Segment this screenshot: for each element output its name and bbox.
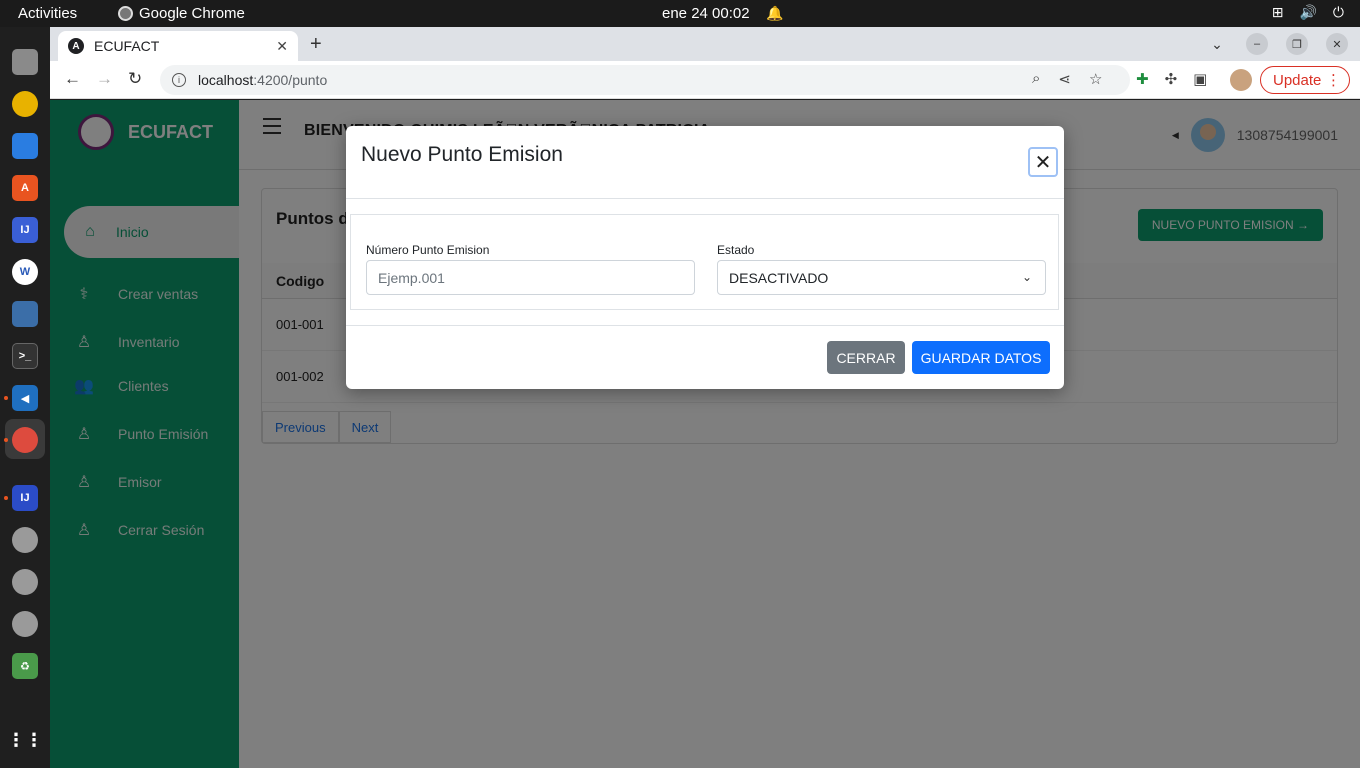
- browser-toolbar: ← → ↻ i localhost:4200/punto ⌕ ⋖ ☆ ✚ ✣ ▣…: [50, 61, 1360, 99]
- tab-close-icon[interactable]: ✕: [276, 38, 288, 55]
- numero-placeholder: Ejemp.001: [378, 269, 445, 286]
- new-tab-button[interactable]: +: [310, 33, 322, 56]
- extensions-puzzle-icon[interactable]: ✣: [1165, 70, 1178, 88]
- window-controls: ⌄ – ❐ ✕: [1206, 33, 1348, 55]
- header-divider: [346, 198, 1064, 199]
- rhythmbox-icon[interactable]: [12, 91, 38, 117]
- restore-button[interactable]: ❐: [1286, 33, 1308, 55]
- estado-value: DESACTIVADO: [729, 269, 829, 286]
- side-panel-icon[interactable]: ▣: [1193, 70, 1207, 88]
- reload-icon[interactable]: ↻: [128, 69, 142, 89]
- close-window-button[interactable]: ✕: [1326, 33, 1348, 55]
- footer-divider: [346, 325, 1064, 326]
- trash-icon[interactable]: ♻: [12, 653, 38, 679]
- intellij-2-icon[interactable]: IJ: [12, 485, 38, 511]
- dock: A IJ W >_ ◀ IJ ♻ ⋮⋮: [0, 27, 50, 768]
- bell-icon[interactable]: 🔔: [766, 5, 783, 22]
- chrome-icon: [118, 6, 133, 21]
- app-menu[interactable]: Google Chrome: [118, 5, 245, 22]
- url-path: :4200/punto: [253, 72, 328, 88]
- network-icon: ⊞: [1271, 4, 1284, 20]
- tab-title: ECUFACT: [94, 38, 160, 54]
- close-icon[interactable]: ✕: [1028, 147, 1058, 177]
- zoom-icon[interactable]: ⌕: [1032, 70, 1040, 88]
- clock[interactable]: ene 24 00:02: [662, 5, 750, 22]
- webstorm-icon[interactable]: W: [12, 259, 38, 285]
- disk-2-icon[interactable]: [12, 569, 38, 595]
- writer-icon[interactable]: [12, 133, 38, 159]
- chrome-dock-icon[interactable]: [12, 427, 38, 453]
- modal-title: Nuevo Punto Emision: [361, 143, 563, 166]
- numero-label: Número Punto Emision: [366, 243, 490, 257]
- software-icon[interactable]: A: [12, 175, 38, 201]
- back-icon[interactable]: ←: [64, 69, 81, 89]
- power-icon: ⏻: [1332, 4, 1344, 20]
- show-apps-icon[interactable]: ⋮⋮: [7, 727, 43, 753]
- mysql-workbench-icon[interactable]: [12, 301, 38, 327]
- bookmark-star-icon[interactable]: ☆: [1089, 70, 1102, 88]
- numero-punto-emision-input[interactable]: Ejemp.001: [366, 260, 695, 295]
- modal-form: Número Punto Emision Ejemp.001 Estado DE…: [350, 214, 1059, 310]
- extension-plus-icon[interactable]: ✚: [1136, 70, 1149, 88]
- browser-tab[interactable]: A ECUFACT ✕: [58, 31, 298, 61]
- tab-strip: A ECUFACT ✕ + ⌄ – ❐ ✕: [50, 27, 1360, 61]
- omnibox-actions: ⌕ ⋖ ☆: [1032, 70, 1102, 88]
- files-icon[interactable]: [12, 49, 38, 75]
- extension-icons: ✚ ✣ ▣: [1136, 70, 1207, 88]
- intellij-icon[interactable]: IJ: [12, 217, 38, 243]
- profile-avatar[interactable]: [1230, 69, 1252, 91]
- more-menu-icon[interactable]: ⋮: [1326, 71, 1341, 89]
- guardar-datos-button[interactable]: GUARDAR DATOS: [912, 341, 1050, 374]
- system-top-bar: Activities Google Chrome ene 24 00:02 🔔 …: [0, 0, 1360, 27]
- share-icon[interactable]: ⋖: [1058, 70, 1071, 88]
- update-label: Update: [1273, 71, 1322, 89]
- cerrar-button[interactable]: CERRAR: [827, 341, 905, 374]
- url-host: localhost: [198, 72, 254, 88]
- chevron-down-icon: ⌄: [1021, 270, 1032, 284]
- terminal-icon[interactable]: >_: [12, 343, 38, 369]
- app-menu-label: Google Chrome: [139, 5, 245, 22]
- minimize-button[interactable]: –: [1246, 33, 1268, 55]
- update-button[interactable]: Update ⋮: [1260, 66, 1350, 94]
- forward-icon[interactable]: →: [96, 69, 113, 89]
- tab-search-icon[interactable]: ⌄: [1206, 33, 1228, 55]
- disk-icon[interactable]: [12, 527, 38, 553]
- nuevo-punto-emision-modal: Nuevo Punto Emision ✕ Número Punto Emisi…: [346, 126, 1064, 389]
- disk-3-icon[interactable]: [12, 611, 38, 637]
- estado-label: Estado: [717, 243, 755, 257]
- site-info-icon[interactable]: i: [172, 73, 186, 87]
- estado-select[interactable]: DESACTIVADO ⌄: [717, 260, 1046, 295]
- system-tray[interactable]: ⊞ 🔊 ⏻: [1272, 4, 1344, 21]
- angular-icon: A: [68, 38, 84, 54]
- volume-icon: 🔊: [1299, 4, 1317, 20]
- vscode-icon[interactable]: ◀: [12, 385, 38, 411]
- address-bar[interactable]: i localhost:4200/punto: [160, 65, 1130, 95]
- activities-button[interactable]: Activities: [18, 5, 77, 22]
